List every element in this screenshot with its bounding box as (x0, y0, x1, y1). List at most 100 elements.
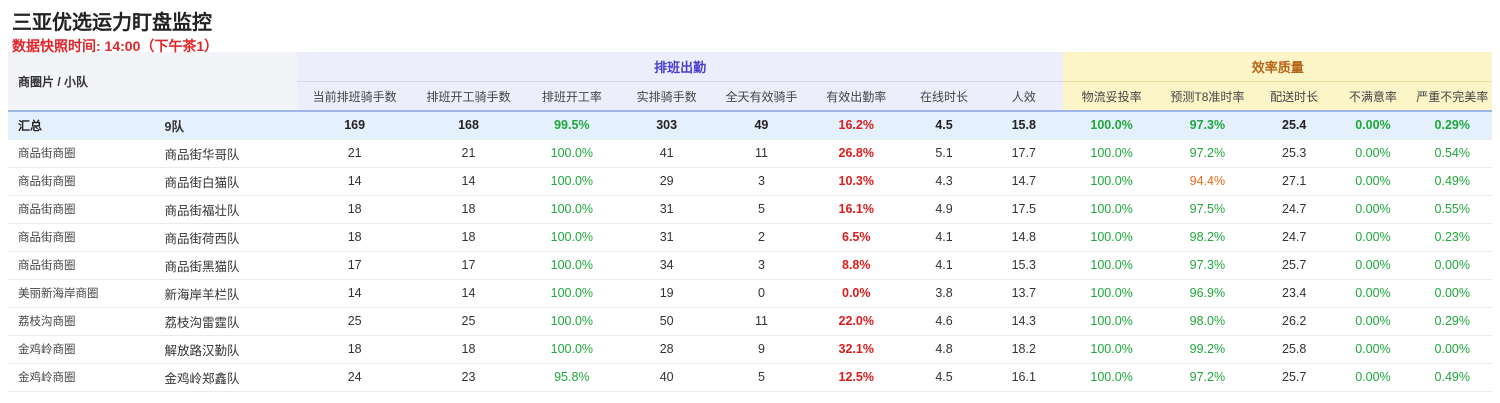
value-cell: 14 (296, 279, 413, 308)
team-cell: 商品街华哥队 (160, 139, 297, 168)
value-cell: 3.8 (903, 279, 985, 308)
area-cell: 汇总 (8, 111, 161, 140)
value-cell: 3 (714, 251, 809, 280)
value-cell: 23 (412, 363, 525, 392)
value-cell: 0.00% (1333, 279, 1413, 308)
value-cell: 94.4% (1159, 167, 1256, 196)
value-cell: 34 (618, 251, 715, 280)
value-cell: 17 (296, 251, 413, 280)
value-cell: 28 (618, 335, 715, 364)
team-cell: 商品街黑猫队 (160, 251, 297, 280)
value-cell: 0.0% (808, 279, 904, 308)
value-cell: 4.6 (903, 307, 985, 336)
column-header[interactable]: 配送时长 (1255, 81, 1334, 112)
value-cell: 50 (618, 307, 715, 336)
value-cell: 0.29% (1412, 307, 1492, 336)
column-header[interactable]: 当前排班骑手数 (296, 81, 413, 112)
value-cell: 168 (412, 111, 525, 140)
value-cell: 100.0% (524, 139, 619, 168)
value-cell: 0.00% (1412, 279, 1492, 308)
column-header[interactable]: 全天有效骑手 (714, 81, 809, 112)
page-header: 三亚优选运力盯盘监控 数据快照时间: 14:00（下午茶1） (0, 0, 1500, 54)
value-cell: 97.2% (1159, 363, 1256, 392)
value-cell: 4.5 (903, 363, 985, 392)
monitor-table: 商圈片 / 小队 排班出勤 效率质量 当前排班骑手数 排班开工骑手数 排班开工率… (8, 52, 1492, 392)
column-header[interactable]: 物流妥投率 (1063, 81, 1160, 112)
value-cell: 4.5 (903, 111, 985, 140)
value-cell: 16.1 (984, 363, 1064, 392)
value-cell: 21 (296, 139, 413, 168)
value-cell: 100.0% (1063, 111, 1160, 140)
value-cell: 0.00% (1333, 223, 1413, 252)
column-header[interactable]: 严重不完美率 (1412, 81, 1492, 112)
value-cell: 98.2% (1159, 223, 1256, 252)
value-cell: 17.7 (984, 139, 1064, 168)
value-cell: 14.7 (984, 167, 1064, 196)
value-cell: 6.5% (808, 223, 904, 252)
value-cell: 95.8% (524, 363, 619, 392)
value-cell: 31 (618, 195, 715, 224)
column-header[interactable]: 在线时长 (903, 81, 985, 112)
value-cell: 100.0% (524, 195, 619, 224)
value-cell: 100.0% (1063, 167, 1160, 196)
value-cell: 25.7 (1255, 363, 1334, 392)
team-column-header: 商圈片 / 小队 (8, 52, 297, 112)
value-cell: 25.8 (1255, 335, 1334, 364)
value-cell: 100.0% (524, 223, 619, 252)
value-cell: 25.7 (1255, 251, 1334, 280)
value-cell: 24 (296, 363, 413, 392)
value-cell: 0.55% (1412, 195, 1492, 224)
value-cell: 10.3% (808, 167, 904, 196)
column-header[interactable]: 预测T8准时率 (1159, 81, 1256, 112)
team-cell: 荔枝沟雷霆队 (160, 307, 297, 336)
column-header[interactable]: 不满意率 (1333, 81, 1413, 112)
value-cell: 0.00% (1333, 335, 1413, 364)
value-cell: 12.5% (808, 363, 904, 392)
value-cell: 13.7 (984, 279, 1064, 308)
value-cell: 100.0% (1063, 223, 1160, 252)
value-cell: 14 (412, 167, 525, 196)
value-cell: 8.8% (808, 251, 904, 280)
value-cell: 0.23% (1412, 223, 1492, 252)
value-cell: 97.3% (1159, 251, 1256, 280)
value-cell: 0 (714, 279, 809, 308)
column-header[interactable]: 实排骑手数 (618, 81, 715, 112)
value-cell: 25.3 (1255, 139, 1334, 168)
table-row: 商品街商圈 商品街白猫队 14 14 100.0% 29 3 10.3% 4.3… (8, 167, 1492, 196)
area-cell: 商品街商圈 (8, 139, 161, 168)
team-cell: 金鸡岭郑鑫队 (160, 363, 297, 392)
area-cell: 美丽新海岸商圈 (8, 279, 161, 308)
value-cell: 19 (618, 279, 715, 308)
team-cell: 9队 (160, 111, 297, 140)
value-cell: 100.0% (1063, 195, 1160, 224)
column-header[interactable]: 排班开工骑手数 (412, 81, 525, 112)
value-cell: 100.0% (524, 279, 619, 308)
value-cell: 5 (714, 363, 809, 392)
value-cell: 18 (412, 223, 525, 252)
value-cell: 18 (296, 335, 413, 364)
value-cell: 0.00% (1333, 111, 1413, 140)
value-cell: 41 (618, 139, 715, 168)
value-cell: 169 (296, 111, 413, 140)
value-cell: 25 (296, 307, 413, 336)
value-cell: 14 (296, 167, 413, 196)
value-cell: 0.00% (1333, 139, 1413, 168)
area-cell: 商品街商圈 (8, 167, 161, 196)
column-header[interactable]: 人效 (984, 81, 1064, 112)
column-header[interactable]: 有效出勤率 (808, 81, 904, 112)
area-cell: 商品街商圈 (8, 195, 161, 224)
value-cell: 100.0% (524, 307, 619, 336)
value-cell: 9 (714, 335, 809, 364)
group-header-schedule: 排班出勤 (296, 52, 1064, 82)
value-cell: 0.00% (1333, 251, 1413, 280)
value-cell: 18 (412, 335, 525, 364)
table-body: 汇总 9队 169 168 99.5% 303 49 16.2% 4.5 15.… (8, 111, 1492, 392)
value-cell: 14.8 (984, 223, 1064, 252)
value-cell: 0.00% (1412, 251, 1492, 280)
value-cell: 22.0% (808, 307, 904, 336)
value-cell: 16.1% (808, 195, 904, 224)
value-cell: 0.00% (1412, 335, 1492, 364)
value-cell: 97.2% (1159, 139, 1256, 168)
column-header[interactable]: 排班开工率 (524, 81, 619, 112)
value-cell: 11 (714, 307, 809, 336)
